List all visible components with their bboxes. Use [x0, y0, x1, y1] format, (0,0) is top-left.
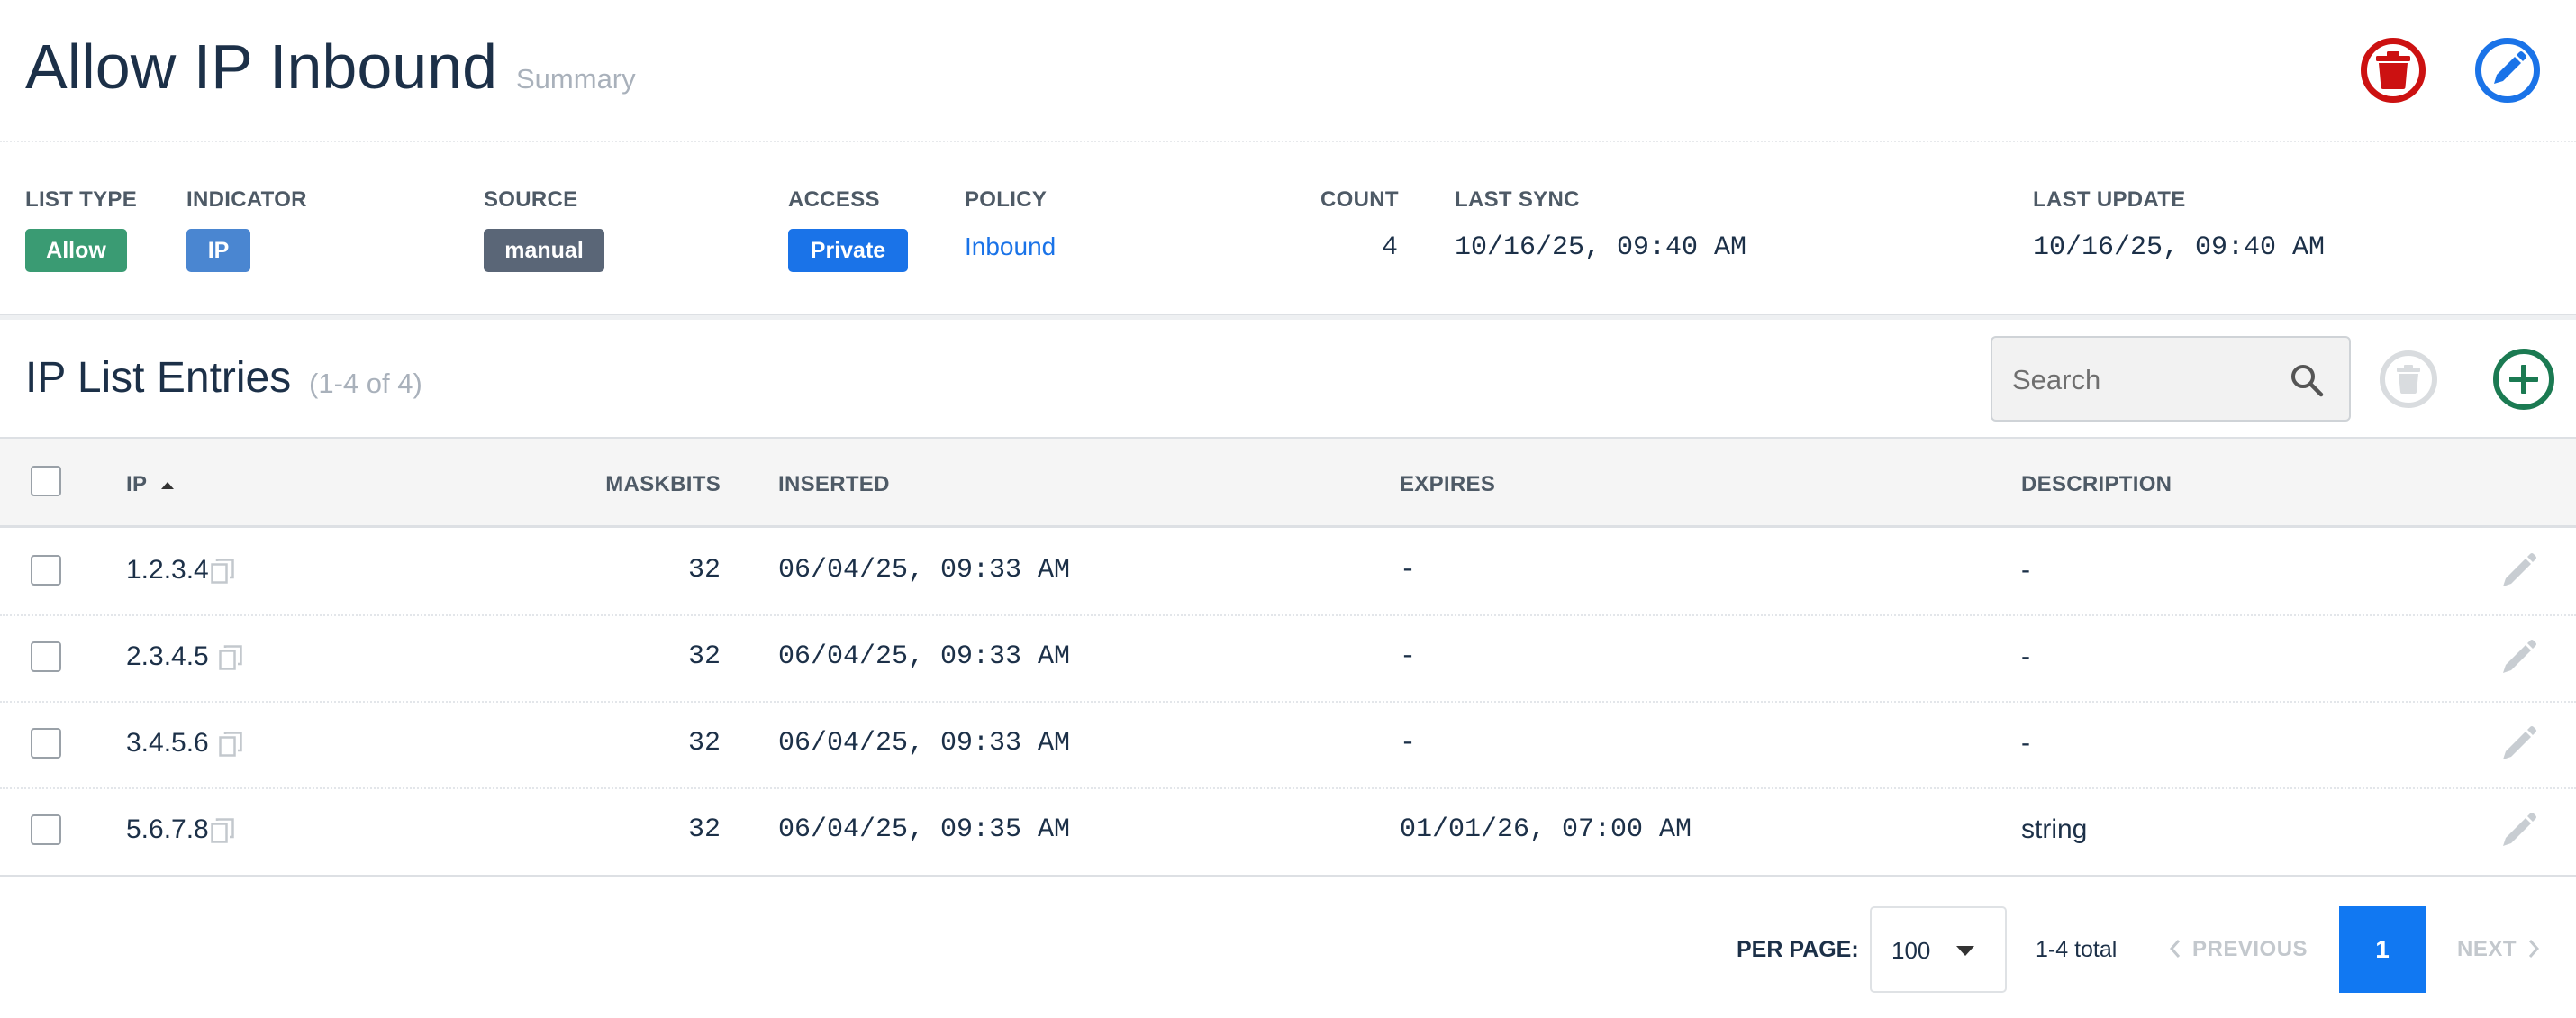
per-page-label: PER PAGE:	[1737, 937, 1859, 962]
pagination-total: 1-4 total	[2036, 937, 2118, 962]
plus-circle-icon	[2509, 365, 2538, 394]
column-header-expires[interactable]: EXPIRES	[1400, 472, 1495, 497]
column-header-maskbits[interactable]: MASKBITS	[540, 472, 721, 497]
clipboard-icon[interactable]	[219, 645, 242, 670]
expires-cell: -	[1400, 641, 1417, 672]
description-cell: -	[2021, 728, 2030, 758]
inserted-cell: 06/04/25, 09:33 AM	[778, 555, 1071, 586]
clipboard-icon[interactable]	[219, 732, 242, 757]
clipboard-icon[interactable]	[211, 818, 234, 843]
page-title: Allow IP Inbound	[25, 32, 498, 102]
add-entry-button[interactable]	[2493, 349, 2554, 410]
description-cell: -	[2021, 555, 2030, 585]
pencil-icon[interactable]	[2500, 813, 2536, 849]
column-header-description[interactable]: DESCRIPTION	[2021, 472, 2172, 497]
last-update-label: LAST UPDATE	[2033, 187, 2186, 212]
table-header	[0, 439, 2576, 528]
per-page-select[interactable]: 100	[1870, 906, 2007, 993]
next-label: NEXT	[2457, 937, 2517, 961]
maskbits-cell: 32	[687, 641, 721, 672]
trash-icon	[2397, 365, 2420, 394]
pencil-icon[interactable]	[2500, 553, 2536, 589]
maskbits-cell: 32	[687, 814, 721, 845]
maskbits-cell: 32	[687, 555, 721, 586]
count-value: 4	[1381, 232, 1398, 263]
inserted-cell: 06/04/25, 09:35 AM	[778, 814, 1071, 845]
last-update-value: 10/16/25, 09:40 AM	[2033, 232, 2326, 263]
column-header-ip[interactable]: IP	[126, 472, 175, 497]
indicator-badge: IP	[186, 229, 250, 272]
source-badge: manual	[484, 229, 604, 272]
row-checkbox[interactable]	[31, 728, 61, 759]
section-divider	[0, 314, 2576, 320]
list-type-badge: Allow	[25, 229, 127, 272]
maskbits-cell: 32	[687, 728, 721, 759]
next-button[interactable]: NEXT	[2457, 937, 2540, 962]
pencil-circle-icon	[2494, 51, 2526, 84]
table-row: 2.3.4.5 32 06/04/25, 09:33 AM - -	[0, 614, 2576, 703]
search-box	[1991, 336, 2351, 422]
last-sync-value: 10/16/25, 09:40 AM	[1455, 232, 1747, 263]
page-1-button[interactable]: 1	[2339, 906, 2426, 993]
expires-cell: 01/01/26, 07:00 AM	[1400, 814, 1692, 845]
table-row: 3.4.5.6 32 06/04/25, 09:33 AM - -	[0, 701, 2576, 789]
indicator-label: INDICATOR	[186, 187, 307, 212]
row-checkbox[interactable]	[31, 641, 61, 672]
search-icon[interactable]	[2290, 363, 2324, 397]
chevron-down-icon	[1956, 946, 1974, 956]
bulk-delete-button[interactable]	[2380, 350, 2437, 408]
expires-cell: -	[1400, 555, 1417, 586]
chevron-right-icon	[2528, 940, 2540, 958]
access-badge: Private	[788, 229, 908, 272]
inserted-cell: 06/04/25, 09:33 AM	[778, 728, 1071, 759]
ip-cell: 2.3.4.5	[126, 641, 209, 671]
clipboard-icon[interactable]	[211, 559, 234, 584]
row-checkbox[interactable]	[31, 814, 61, 845]
policy-label: POLICY	[965, 187, 1048, 212]
delete-list-button[interactable]	[2361, 38, 2426, 103]
page-subtitle: Summary	[516, 63, 636, 95]
previous-label: PREVIOUS	[2192, 937, 2308, 961]
trash-icon	[2376, 51, 2410, 89]
count-label: COUNT	[1320, 187, 1399, 212]
policy-link[interactable]: Inbound	[965, 232, 1056, 261]
last-sync-label: LAST SYNC	[1455, 187, 1580, 212]
access-label: ACCESS	[788, 187, 880, 212]
pencil-icon[interactable]	[2500, 640, 2536, 676]
column-header-inserted[interactable]: INSERTED	[778, 472, 890, 497]
table-row: 5.6.7.8 32 06/04/25, 09:35 AM 01/01/26, …	[0, 787, 2576, 874]
ip-cell: 3.4.5.6	[126, 728, 209, 758]
table-row: 1.2.3.4 32 06/04/25, 09:33 AM - -	[0, 528, 2576, 616]
chevron-left-icon	[2169, 940, 2181, 958]
expires-cell: -	[1400, 728, 1417, 759]
per-page-value: 100	[1891, 937, 1931, 964]
inserted-cell: 06/04/25, 09:33 AM	[778, 641, 1071, 672]
description-cell: string	[2021, 814, 2088, 844]
edit-list-button[interactable]	[2475, 38, 2540, 103]
pencil-icon[interactable]	[2500, 726, 2536, 762]
list-type-label: LIST TYPE	[25, 187, 138, 212]
row-checkbox[interactable]	[31, 555, 61, 586]
ip-cell: 5.6.7.8	[126, 814, 209, 844]
sort-ascending-icon	[160, 481, 174, 489]
previous-button[interactable]: PREVIOUS	[2169, 937, 2308, 962]
search-input[interactable]	[2010, 338, 2284, 422]
ip-cell: 1.2.3.4	[126, 555, 209, 585]
entries-count: (1-4 of 4)	[309, 368, 422, 399]
column-header-ip-label: IP	[126, 472, 147, 496]
select-all-checkbox[interactable]	[31, 466, 61, 496]
description-cell: -	[2021, 641, 2030, 671]
table-bottom-border	[0, 875, 2576, 877]
source-label: SOURCE	[484, 187, 578, 212]
entries-title: IP List Entries	[25, 354, 292, 402]
header-divider	[0, 141, 2576, 142]
